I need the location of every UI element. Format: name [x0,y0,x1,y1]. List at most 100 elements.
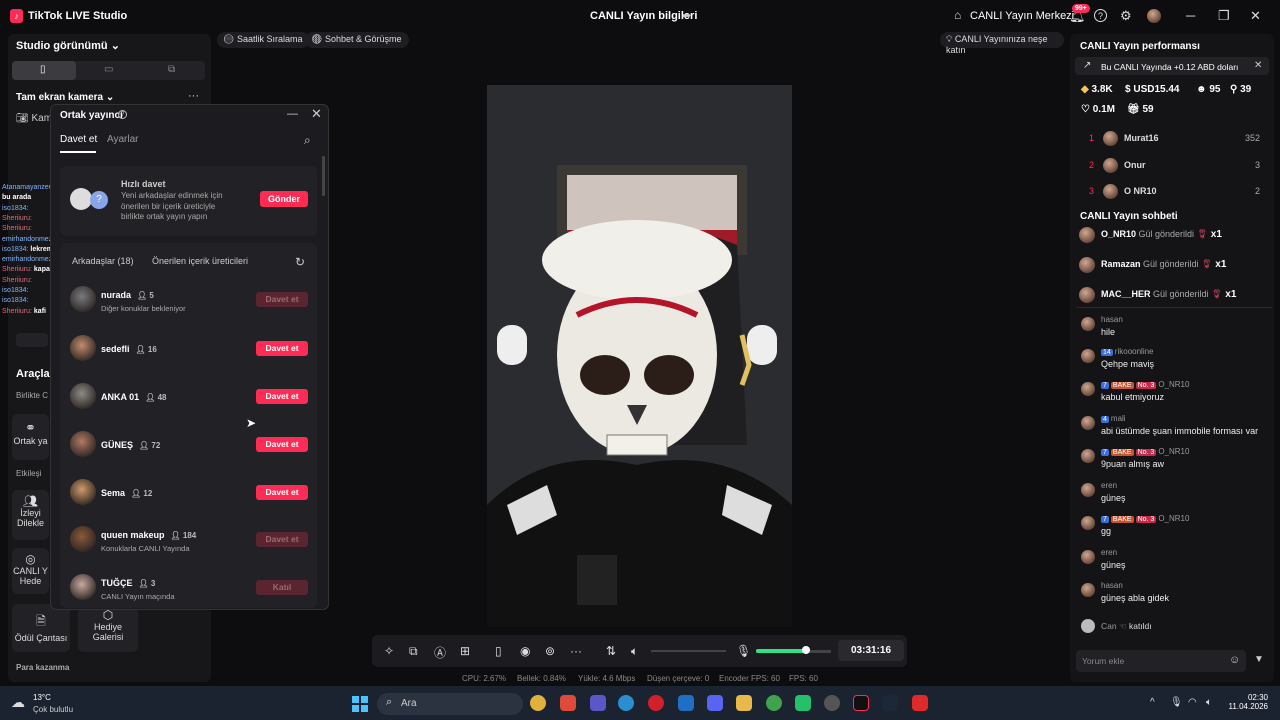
opera-icon[interactable] [648,695,664,711]
obs-icon[interactable] [824,695,840,711]
youtube-icon[interactable] [912,695,928,711]
weather-desc[interactable]: Çok bulutlu [33,705,73,714]
studio-view-dropdown[interactable]: Studio görünümü ⌄ [16,39,120,52]
gear-icon[interactable]: ⚙ [1120,8,1132,24]
live-center-link[interactable]: CANLI Yayın Merkezi [970,10,1074,22]
profile-avatar[interactable] [1147,9,1161,23]
clock[interactable]: 02:30 11.04.2026 [1226,693,1268,711]
app-icon[interactable] [795,695,811,711]
modal-help-icon[interactable]: ? [118,110,127,119]
chat-meet-pill[interactable]: 🟠︎ Sohbet & Görüşme [305,32,410,48]
camera-settings-icon[interactable]: ⊚ [545,644,555,658]
hourly-ranking-pill[interactable]: 🟡︎ Saatlik Sıralama [217,32,311,48]
chrome-icon[interactable] [530,695,546,711]
comment-text: güneş abla gidek [1101,593,1170,603]
office-icon[interactable] [560,695,576,711]
taskbar-search[interactable]: Ara [377,693,523,715]
invite-button[interactable]: Davet et [256,532,308,547]
comment-text: güneş [1101,493,1126,503]
comment-user[interactable]: 14 rikooonline [1101,347,1154,356]
comment-user[interactable]: eren [1101,481,1117,490]
tab-settings[interactable]: Ayarlar [107,134,139,145]
friends-section-label[interactable]: Arkadaşlar (18) [72,256,134,266]
dual-icon[interactable]: ⧉ [168,64,175,75]
gift-sender-name[interactable]: O_NR10 [1101,229,1136,239]
camera-source[interactable]: 📷︎ Kam [16,113,52,124]
rank-name[interactable]: Onur [1124,160,1146,170]
refresh-icon[interactable]: ↻ [295,255,305,269]
rank-score: 2 [1254,186,1260,196]
minimize-icon[interactable]: ─ [1186,8,1195,23]
invite-button[interactable]: Davet et [256,341,308,356]
comment-user[interactable]: hasan [1101,315,1123,324]
viewer-wishes-tool[interactable]: 👥︎ İzleyi Dilekle [12,490,49,540]
steam-icon[interactable] [882,695,898,711]
comment-user[interactable]: 7 BAKE No. 3 O_NR10 [1101,514,1189,523]
mail-icon[interactable] [678,695,694,711]
comment-user[interactable]: hasan [1101,581,1123,590]
landscape-icon[interactable]: ▭ [104,64,113,75]
camera-scene-dropdown[interactable]: Tam ekran kamera ⌄ [16,92,114,103]
more-icon[interactable]: ··· [188,90,199,102]
adjust-icon[interactable]: ⇅ [606,644,616,658]
chrome-alt-icon[interactable] [766,695,782,711]
gift-sender-name[interactable]: Ramazan [1101,259,1141,269]
discord-icon[interactable] [707,695,723,711]
tab-invite[interactable]: Davet et [60,134,97,145]
weather-temp[interactable]: 13°C [33,693,51,702]
cohost-tool[interactable]: ⚭ Ortak ya [12,414,49,460]
share-icon[interactable]: ➦ [682,9,691,22]
wifi-icon[interactable]: ◠ [1188,697,1197,708]
join-button[interactable]: Katıl [256,580,308,595]
invite-button[interactable]: Davet et [256,485,308,500]
earnings-close-icon[interactable]: ✕ [1254,60,1262,71]
emoji-icon[interactable]: ☺ [1229,654,1240,666]
comment-input[interactable]: Yorum ekle [1076,650,1246,672]
commenter-avatar [1081,550,1095,564]
windows-start-icon[interactable] [352,696,368,712]
add-source-icon[interactable]: ⊞ [460,644,470,658]
modal-search-icon[interactable]: ⌕ [304,133,311,148]
speaker-icon[interactable]: 🔈︎ [631,644,638,659]
reward-bag-tool[interactable]: 🗎 Ödül Çantası [12,604,70,652]
invite-button[interactable]: Davet et [256,437,308,452]
close-icon[interactable]: ✕ [1250,8,1261,24]
volume-icon[interactable]: 🔈︎ [1206,697,1212,708]
auto-icon[interactable]: Ⓐ [434,644,446,661]
live-goal-tool[interactable]: ◎ CANLI Y Hede [12,548,49,594]
record-icon[interactable]: ◉ [520,644,530,658]
phone-icon[interactable]: ▯ [495,644,502,658]
source-add-button[interactable] [16,333,48,347]
comment-user[interactable]: 7 BAKE No. 3 O_NR10 [1101,380,1189,389]
comment-user[interactable]: eren [1101,548,1117,557]
gift-gallery-tool[interactable]: ⬡ Hediye Galerisi [78,604,138,652]
maximize-icon[interactable]: ❐ [1218,8,1230,24]
volume-slider[interactable] [651,650,726,652]
edge-icon[interactable] [618,695,634,711]
modal-scrollbar[interactable] [322,156,325,196]
mic-slider-knob[interactable] [802,646,810,654]
joy-tip-pill[interactable]: 💡︎ CANLI Yayınınıza neşe katın [940,32,1064,55]
send-button[interactable]: Gönder [260,191,308,207]
effects-icon[interactable]: ✧ [384,644,394,658]
screen-share-icon[interactable]: ⧉ [409,644,418,659]
filter-icon[interactable]: ▼ [1254,654,1264,665]
teams-icon[interactable] [590,695,606,711]
tray-chevron-icon[interactable]: ^ [1150,697,1155,708]
rank-name[interactable]: Murat16 [1124,133,1159,143]
invite-button[interactable]: Davet et [256,292,308,307]
rank-name[interactable]: O NR10 [1124,186,1157,196]
comment-user[interactable]: 7 BAKE No. 3 O_NR10 [1101,447,1189,456]
comment-user[interactable]: 4 mali [1101,414,1126,423]
microphone-icon[interactable]: 🎙︎ [736,644,751,658]
suggested-section-label[interactable]: Önerilen içerik üreticileri [152,256,248,266]
explorer-icon[interactable] [736,695,752,711]
gift-sender-name[interactable]: MAC__HER [1101,289,1151,299]
tray-mic-icon[interactable]: 🎙︎ [1170,697,1183,708]
help-icon[interactable]: ? [1094,9,1107,22]
modal-close-icon[interactable]: ✕ [311,106,322,122]
invite-button[interactable]: Davet et [256,389,308,404]
more-controls-icon[interactable]: ··· [570,644,582,658]
modal-minimize-icon[interactable]: — [287,108,298,120]
tiktok-taskbar-icon[interactable] [853,695,869,711]
